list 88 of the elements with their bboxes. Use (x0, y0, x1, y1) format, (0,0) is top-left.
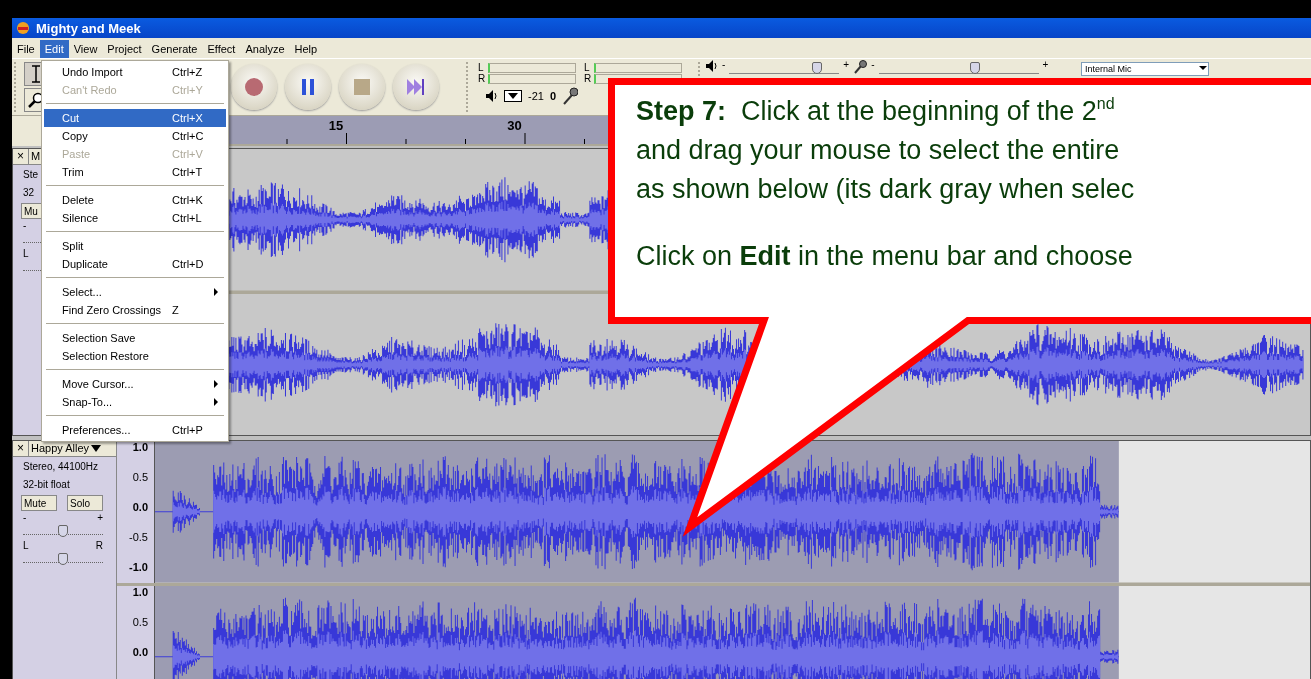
slider-thumb[interactable] (58, 525, 68, 537)
slider-thumb[interactable] (58, 553, 68, 565)
input-source-dropdown[interactable]: Internal Mic (1081, 62, 1209, 76)
microphone-icon (853, 60, 868, 74)
volume-slider[interactable] (729, 62, 840, 74)
scale-label: -1.0 (129, 561, 148, 575)
track-info: 32 (23, 186, 35, 200)
ruler-label: 15 (328, 118, 344, 133)
stop-button[interactable] (339, 64, 385, 110)
menu-item[interactable]: Analyze (240, 40, 290, 58)
pause-button[interactable] (285, 64, 331, 110)
menu-item[interactable]: Generate (146, 40, 203, 58)
solo-button[interactable]: Solo (67, 495, 103, 511)
scale-label: 1.0 (132, 441, 148, 455)
pause-icon (301, 79, 315, 95)
scale-label: -0.5 (129, 531, 148, 545)
slider-min-label: L (23, 541, 29, 551)
volume-min-label: - (871, 60, 875, 70)
stop-icon (354, 79, 370, 95)
record-button[interactable] (231, 64, 277, 110)
menu-item[interactable]: Duplicate Ctrl+D (44, 255, 226, 273)
scale-label: 0.0 (132, 645, 148, 660)
mute-button[interactable]: Mute (21, 495, 57, 511)
volume-max-label: + (1042, 60, 1049, 70)
menu-item[interactable]: Copy Ctrl+C (44, 127, 226, 145)
window-title: Mighty and Meek (36, 20, 141, 36)
skip-to-end-icon (407, 79, 425, 95)
slider[interactable]: - + (23, 513, 103, 539)
menu-item[interactable]: Undo Import Ctrl+Z (44, 63, 226, 81)
menu-item[interactable]: Effect (202, 40, 241, 58)
slider-thumb[interactable] (969, 62, 980, 74)
close-track-button[interactable]: × (13, 149, 29, 164)
menu-item[interactable]: Select... (44, 283, 226, 301)
channel-label: L (584, 62, 591, 73)
slider-min-label: L (23, 249, 29, 259)
record-icon (244, 77, 264, 97)
menu-item[interactable]: Edit (39, 40, 69, 58)
menu-item[interactable]: Selection Restore (44, 347, 226, 365)
scale-label: 0.0 (132, 501, 148, 515)
dropdown-arrow-icon (91, 445, 102, 452)
volume-min-label: - (722, 60, 726, 70)
slider-min-label: - (23, 221, 27, 231)
slider-max-label: R (95, 541, 103, 551)
channel-label: R (478, 73, 486, 84)
track-info: Ste (23, 168, 38, 182)
menu-item[interactable]: Help (289, 40, 323, 58)
track-info: 32-bit float (23, 478, 70, 492)
scale-label: 0.5 (132, 471, 148, 485)
menu-item[interactable]: File (12, 40, 40, 58)
i-beam-icon (31, 65, 41, 83)
slider[interactable]: L R (23, 541, 103, 567)
menu-item[interactable]: Move Cursor... (44, 375, 226, 393)
close-track-button[interactable]: × (13, 441, 29, 456)
meter-scale-label: 0 (549, 90, 557, 102)
menu-item[interactable]: Find Zero Crossings Z (44, 301, 226, 319)
track-info: Stereo, 44100Hz (23, 460, 99, 474)
scale-label: 1.0 (132, 585, 148, 600)
speaker-icon (486, 90, 498, 102)
instruction-text: as shown below (its dark gray when selec (636, 173, 1136, 206)
slider-max-label: + (97, 513, 103, 523)
scale-label: 0.5 (132, 615, 148, 630)
channel-label: R (584, 73, 592, 84)
skip-to-end-button[interactable] (393, 64, 439, 110)
menu-item[interactable]: View (68, 40, 103, 58)
menu-item[interactable]: Preferences... Ctrl+P (44, 421, 226, 439)
menu-item[interactable]: Snap-To... (44, 393, 226, 411)
ruler-label: 30 (507, 118, 522, 133)
meter-scale-label: -21 (528, 90, 544, 102)
volume-max-label: + (843, 60, 850, 70)
instruction-text: Click on Edit in the menu bar and choose (636, 240, 1134, 273)
instruction-text: Step 7: Click at the beginning of the 2$^{nd}$ (636, 94, 1116, 128)
dropdown-arrow-icon (1198, 63, 1208, 73)
menu-item[interactable]: Project (102, 40, 147, 58)
slider-min-label: - (23, 513, 27, 523)
app-logo-icon (16, 21, 30, 35)
submenu-arrow-icon (214, 288, 218, 296)
speaker-icon (706, 60, 718, 72)
channel-label: L (478, 62, 485, 73)
menu-item[interactable]: Selection Save (44, 329, 226, 347)
volume-slider[interactable] (878, 62, 1039, 74)
slider-thumb[interactable] (812, 62, 823, 74)
submenu-arrow-icon (214, 398, 218, 406)
menu-item[interactable]: Trim Ctrl+T (44, 163, 226, 181)
menu-item[interactable]: Cut Ctrl+X (44, 109, 226, 127)
instruction-text: and drag your mouse to select the entire (636, 134, 1121, 167)
submenu-arrow-icon (214, 380, 218, 388)
menu-item[interactable]: Split (44, 237, 226, 255)
microphone-icon (562, 87, 579, 105)
